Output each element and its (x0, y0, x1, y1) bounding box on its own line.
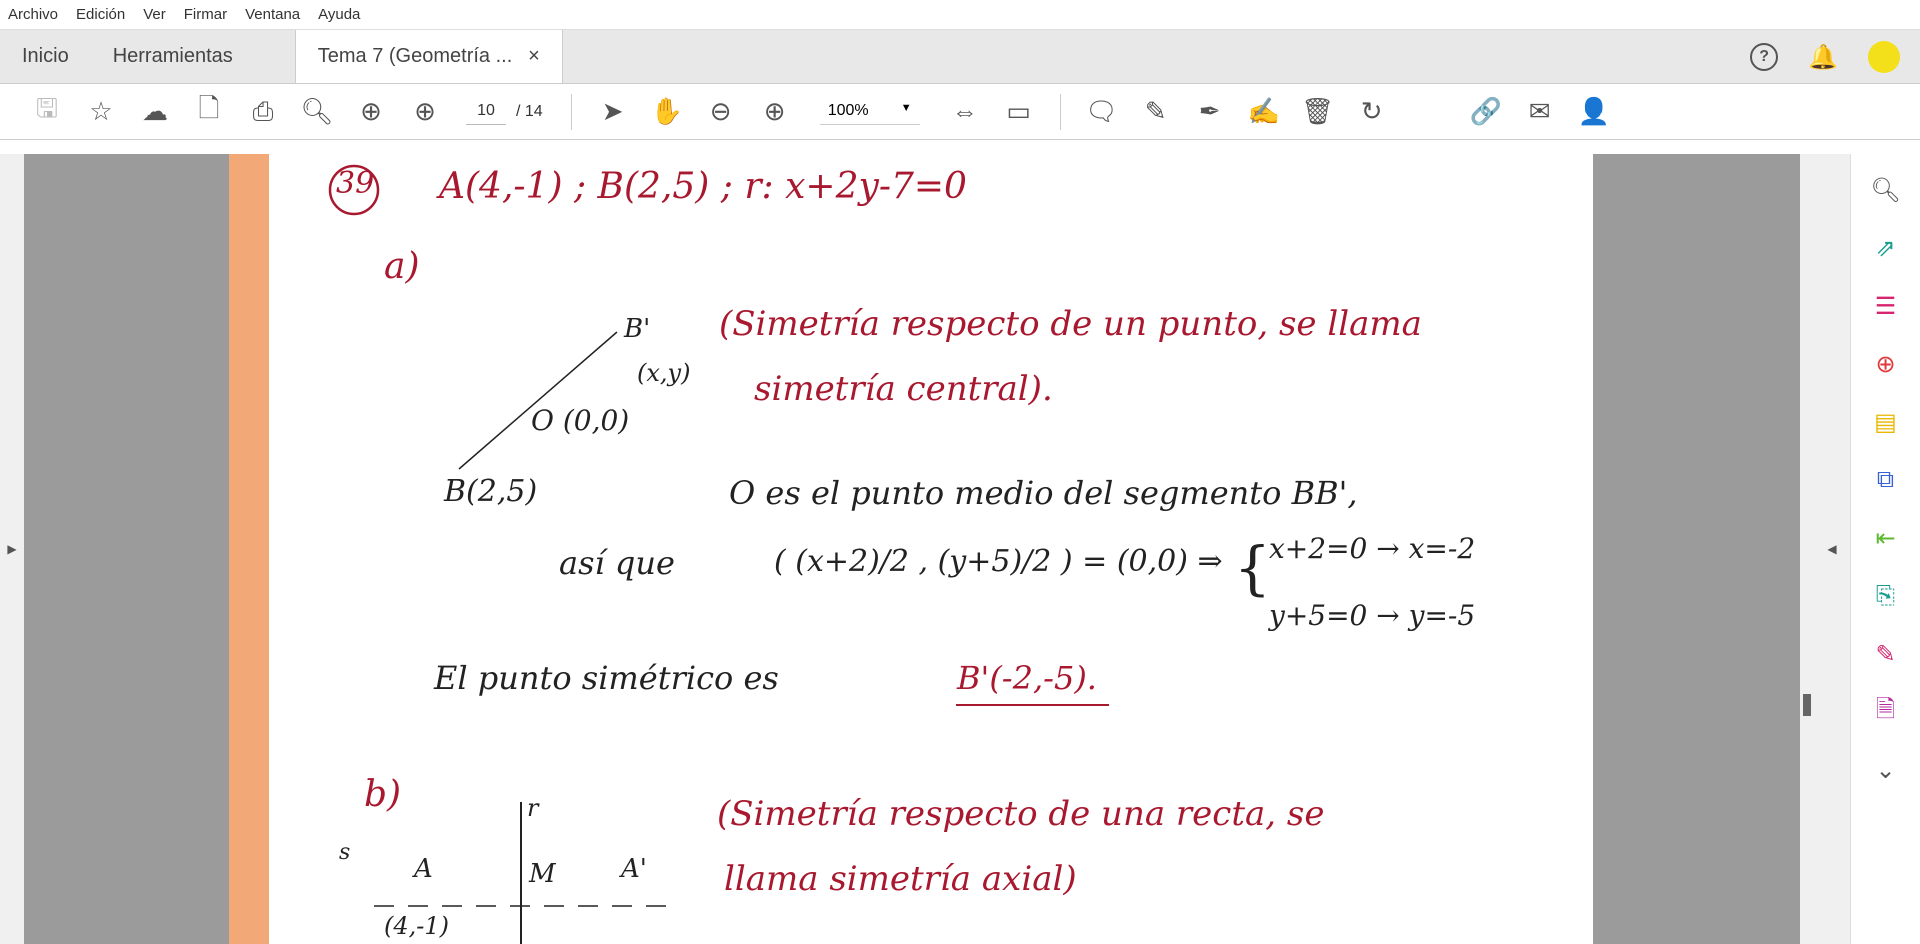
midpoint-equation: ( (x+2)/2 , (y+5)/2 ) = (0,0) ⇒ (774, 544, 1223, 579)
save-icon[interactable]: 🖫 (20, 92, 74, 132)
m-label: M (529, 859, 556, 889)
zoom-out-icon[interactable]: ⊖ (694, 92, 748, 132)
menu-ayuda[interactable]: Ayuda (318, 6, 360, 23)
menu-ver[interactable]: Ver (143, 6, 166, 23)
zoom-in-icon[interactable]: ⊕ (748, 92, 802, 132)
document-view: ▶ 39 A(4,-1) ; B(2,5) ; r: x+2y-7=0 a) B… (0, 154, 1920, 944)
page-down-icon[interactable]: ⊕ (398, 92, 452, 132)
divider (570, 93, 572, 130)
tab-tools[interactable]: Herramientas (91, 30, 255, 83)
menu-firmar[interactable]: Firmar (184, 6, 227, 23)
combine-files-icon[interactable]: ⧉ (1866, 460, 1906, 500)
print-icon[interactable]: ⎙ (236, 92, 290, 132)
tab-document-title: Tema 7 (Geometría ... (317, 45, 513, 67)
result-text: El punto simétrico es (434, 659, 779, 697)
part-a-label: a) (384, 246, 420, 287)
delete-icon[interactable]: 🗑 (1291, 92, 1345, 132)
search-tool-icon[interactable]: 🔍︎ (1866, 170, 1906, 210)
result-point: B'(-2,-5). (957, 659, 1097, 697)
cloud-upload-icon[interactable]: ☁ (128, 92, 182, 132)
problem-header: A(4,-1) ; B(2,5) ; r: x+2y-7=0 (439, 166, 967, 207)
menu-ventana[interactable]: Ventana (245, 6, 300, 23)
tab-document[interactable]: Tema 7 (Geometría ... × (294, 30, 563, 83)
export-pdf-icon[interactable]: ⇗ (1866, 228, 1906, 268)
organize-pages-icon[interactable]: ☰ (1866, 286, 1906, 326)
comment-icon[interactable]: 🗨 (1075, 92, 1129, 132)
compress-icon[interactable]: ⇤ (1866, 518, 1906, 558)
b-note-line1: (Simetría respecto de una recta, se (717, 794, 1325, 834)
r-label: r (527, 794, 539, 822)
toolbar: 🖫 ☆ ☁ 🗋 ⎙ 🔍︎ ⊕ ⊕ 10 / 14 ➤ ✋ ⊖ ⊕ 100% ▼ … (0, 84, 1920, 140)
add-user-icon[interactable]: 👤 (1567, 92, 1621, 132)
divider (1059, 93, 1061, 130)
scan-icon[interactable]: ⎘ (1866, 576, 1906, 616)
page-up-icon[interactable]: ⊕ (344, 92, 398, 132)
comment-tool-icon[interactable]: ▤ (1866, 402, 1906, 442)
pointer-icon[interactable]: ➤ (586, 92, 640, 132)
tab-home[interactable]: Inicio (0, 30, 91, 83)
a-prime-label: A' (621, 854, 647, 884)
star-icon[interactable]: ☆ (74, 92, 128, 132)
a-coord: (4,-1) (384, 912, 450, 940)
email-icon[interactable]: ✉ (1513, 92, 1567, 132)
right-panel-toggle[interactable]: ◀ (1814, 154, 1850, 944)
create-pdf-icon[interactable]: ⊕ (1866, 344, 1906, 384)
part-b-label: b) (364, 774, 402, 815)
menu-archivo[interactable]: Archivo (8, 6, 58, 23)
link-icon[interactable]: 🔗 (1459, 92, 1513, 132)
menu-edicion[interactable]: Edición (76, 6, 125, 23)
zoom-select[interactable]: 100% ▼ (819, 98, 920, 125)
chevron-right-icon: ▶ (7, 542, 17, 556)
system-eq2: y+5=0 → y=-5 (1269, 599, 1476, 632)
bell-icon[interactable]: 🔔 (1808, 43, 1838, 72)
o-point-label: O (0,0) (531, 404, 630, 437)
asi-que-text: así que (559, 544, 675, 582)
avatar[interactable] (1868, 41, 1900, 73)
close-tab-icon[interactable]: × (528, 45, 540, 68)
menu-bar: Archivo Edición Ver Firmar Ventana Ayuda (0, 0, 1920, 30)
sign-icon[interactable]: ✒ (1183, 92, 1237, 132)
scrollbar-thumb[interactable] (1803, 694, 1811, 716)
chevron-left-icon: ◀ (1827, 542, 1837, 556)
segment-bb (458, 331, 618, 470)
fill-sign-tool-icon[interactable]: ✎ (1866, 634, 1906, 674)
hand-icon[interactable]: ✋ (640, 92, 694, 132)
zoom-value: 100% (827, 102, 869, 119)
system-brace: { (1234, 534, 1271, 602)
vertical-scrollbar[interactable] (1800, 154, 1814, 944)
protect-icon[interactable]: 🗎 (1866, 692, 1906, 732)
measure-icon[interactable]: ▭ (992, 92, 1046, 132)
midpoint-text: O es el punto medio del segmento BB', (729, 474, 1358, 512)
a-note-line2: simetría central). (754, 369, 1053, 409)
right-tools-panel: 🔍︎ ⇗ ☰ ⊕ ▤ ⧉ ⇤ ⎘ ✎ 🗎 ⌄ (1850, 154, 1920, 944)
b-prime-coord: (x,y) (637, 359, 691, 387)
fill-sign-icon[interactable]: ✍ (1237, 92, 1291, 132)
chevron-down-icon: ▼ (900, 102, 912, 114)
search-icon[interactable]: 🔍︎ (290, 92, 344, 132)
problem-number: 39 (336, 166, 375, 201)
page-number-input[interactable]: 10 (466, 98, 506, 125)
page-total: / 14 (516, 102, 543, 120)
b-point-label: B(2,5) (444, 474, 538, 509)
more-tools-chevron-icon[interactable]: ⌄ (1866, 750, 1906, 790)
s-label: s (339, 840, 351, 865)
b-note-line2: llama simetría axial) (724, 859, 1077, 899)
fit-page-icon[interactable]: ⇔ (938, 92, 992, 132)
b-prime-label: B' (624, 314, 651, 344)
lock-file-icon[interactable]: 🗋 (182, 92, 236, 132)
a-label: A (414, 854, 433, 884)
help-icon[interactable]: ? (1750, 43, 1779, 71)
highlight-icon[interactable]: ✎ (1129, 92, 1183, 132)
rotate-icon[interactable]: ↻ (1345, 92, 1399, 132)
a-note-line1: (Simetría respecto de un punto, se llama (719, 304, 1422, 344)
tab-bar: Inicio Herramientas Tema 7 (Geometría ..… (0, 30, 1920, 84)
system-eq1: x+2=0 → x=-2 (1269, 532, 1476, 565)
pdf-page: 39 A(4,-1) ; B(2,5) ; r: x+2y-7=0 a) B' … (229, 154, 1593, 944)
left-panel-toggle[interactable]: ▶ (0, 154, 24, 944)
